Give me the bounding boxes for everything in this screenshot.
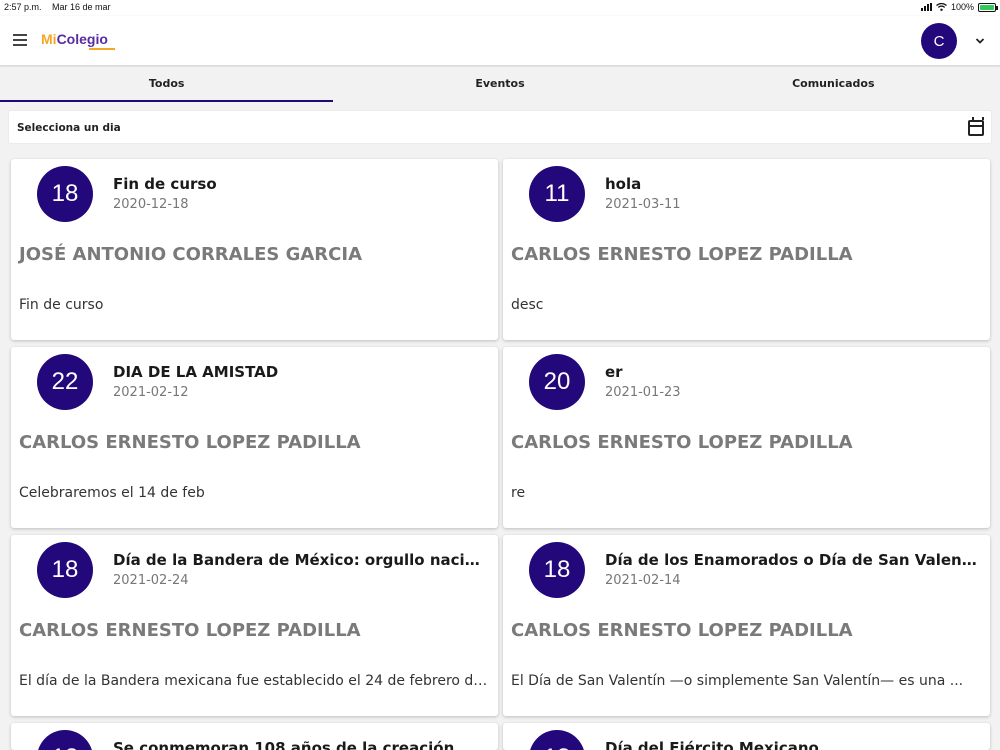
event-card[interactable]: 18 Día del Ejército Mexicano bbox=[503, 723, 990, 750]
event-author: CARLOS ERNESTO LOPEZ PADILLA bbox=[511, 432, 853, 453]
day-badge: 11 bbox=[529, 166, 585, 222]
day-badge: 22 bbox=[37, 354, 93, 410]
day-badge: 18 bbox=[37, 730, 93, 750]
status-indicators: 100% bbox=[920, 2, 998, 12]
tab-todos[interactable]: Todos bbox=[0, 67, 334, 102]
day-badge: 18 bbox=[529, 542, 585, 598]
event-date: 2021-02-12 bbox=[113, 385, 189, 400]
event-date: 2021-02-14 bbox=[605, 573, 681, 588]
logo: MiColegio bbox=[41, 31, 115, 50]
event-title: Día del Ejército Mexicano bbox=[605, 739, 819, 750]
battery-icon bbox=[978, 2, 998, 12]
event-date: 2020-12-18 bbox=[113, 197, 189, 212]
event-title: Fin de curso bbox=[113, 175, 217, 193]
event-card[interactable]: 18 Se conmemoran 108 años de la creación… bbox=[11, 723, 498, 750]
event-title: DIA DE LA AMISTAD bbox=[113, 363, 279, 381]
event-card[interactable]: 18 Día de los Enamorados o Día de San Va… bbox=[503, 535, 990, 716]
event-date: 2021-02-24 bbox=[113, 573, 189, 588]
event-card[interactable]: 22 DIA DE LA AMISTAD 2021-02-12 CARLOS E… bbox=[11, 347, 498, 528]
event-title: Día de los Enamorados o Día de San Valen… bbox=[605, 551, 977, 569]
status-bar: 2:57 p.m. Mar 16 de mar 100% bbox=[0, 0, 1000, 16]
app-bar: MiColegio C bbox=[0, 16, 1000, 66]
tab-bar: Todos Eventos Comunicados bbox=[0, 67, 1000, 102]
chevron-down-icon[interactable] bbox=[975, 36, 985, 46]
event-title: hola bbox=[605, 175, 642, 193]
event-author: CARLOS ERNESTO LOPEZ PADILLA bbox=[511, 620, 853, 641]
status-date: Mar 16 de mar bbox=[52, 2, 111, 12]
calendar-icon[interactable] bbox=[968, 117, 984, 136]
event-card[interactable]: 18 Fin de curso 2020-12-18 JOSÉ ANTONIO … bbox=[11, 159, 498, 340]
event-description: desc bbox=[511, 297, 544, 313]
event-description: re bbox=[511, 485, 526, 501]
avatar[interactable]: C bbox=[921, 23, 957, 59]
logo-underline bbox=[89, 48, 115, 50]
event-author: CARLOS ERNESTO LOPEZ PADILLA bbox=[511, 244, 853, 265]
event-description: El Día de San Valentín —o simplemente Sa… bbox=[511, 673, 964, 689]
tab-eventos[interactable]: Eventos bbox=[333, 67, 666, 102]
event-date: 2021-01-23 bbox=[605, 385, 681, 400]
menu-icon[interactable] bbox=[13, 34, 27, 46]
day-badge: 20 bbox=[529, 354, 585, 410]
logo-mi: Mi bbox=[41, 31, 57, 47]
event-description: El día de la Bandera mexicana fue establ… bbox=[19, 673, 489, 689]
day-badge: 18 bbox=[37, 166, 93, 222]
event-description: Fin de curso bbox=[19, 297, 104, 313]
day-badge: 18 bbox=[37, 542, 93, 598]
cellular-signal-icon bbox=[920, 3, 932, 11]
event-author: JOSÉ ANTONIO CORRALES GARCIA bbox=[19, 244, 362, 265]
event-date: 2021-03-11 bbox=[605, 197, 681, 212]
event-author: CARLOS ERNESTO LOPEZ PADILLA bbox=[19, 432, 361, 453]
logo-colegio: Colegio bbox=[56, 31, 108, 47]
event-title: er bbox=[605, 363, 623, 381]
event-author: CARLOS ERNESTO LOPEZ PADILLA bbox=[19, 620, 361, 641]
wifi-icon bbox=[936, 3, 947, 11]
status-time: 2:57 p.m. bbox=[4, 2, 42, 12]
date-picker-field[interactable]: Selecciona un dia bbox=[8, 110, 992, 144]
tab-comunicados[interactable]: Comunicados bbox=[667, 67, 1000, 102]
event-card[interactable]: 20 er 2021-01-23 CARLOS ERNESTO LOPEZ PA… bbox=[503, 347, 990, 528]
date-picker-label: Selecciona un dia bbox=[17, 122, 121, 134]
event-card[interactable]: 11 hola 2021-03-11 CARLOS ERNESTO LOPEZ … bbox=[503, 159, 990, 340]
event-description: Celebraremos el 14 de feb bbox=[19, 485, 205, 501]
event-card[interactable]: 18 Día de la Bandera de México: orgullo … bbox=[11, 535, 498, 716]
day-badge: 18 bbox=[529, 730, 585, 750]
event-title: Día de la Bandera de México: orgullo nac… bbox=[113, 551, 485, 569]
event-title: Se conmemoran 108 años de la creación de… bbox=[113, 739, 485, 750]
battery-percent: 100% bbox=[950, 2, 974, 12]
